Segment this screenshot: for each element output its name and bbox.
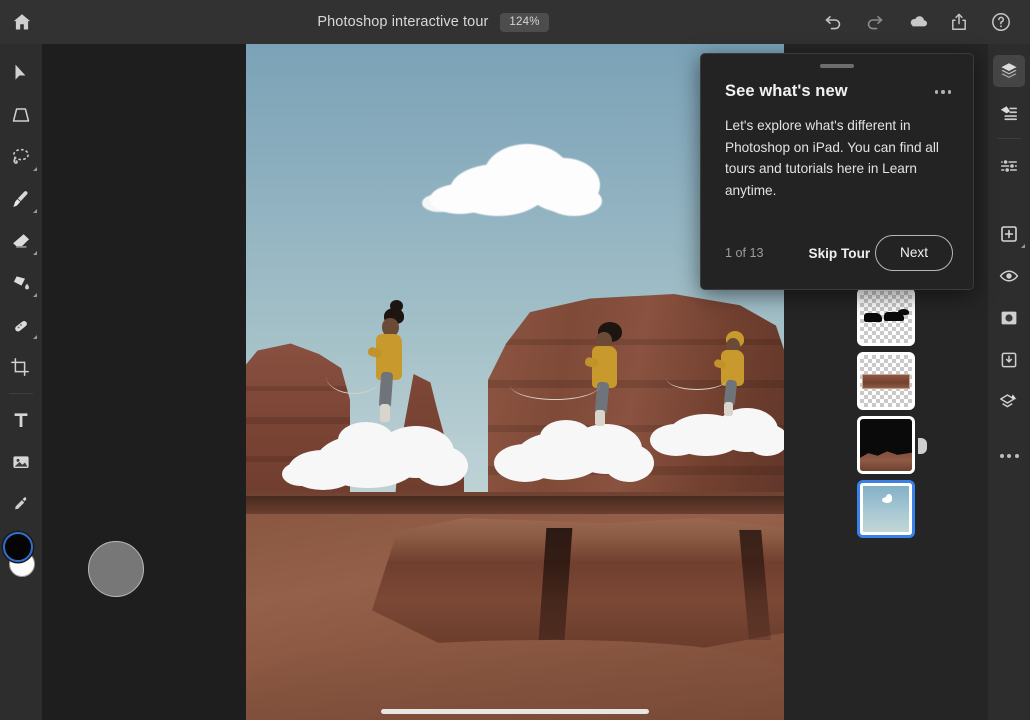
redo-icon[interactable]: [864, 11, 886, 33]
cloud-icon[interactable]: [906, 11, 928, 33]
popover-more-icon[interactable]: [935, 82, 952, 94]
rail-divider: [997, 138, 1021, 139]
mask-icon: [998, 307, 1020, 329]
place-image-tool[interactable]: [0, 441, 42, 483]
layer-properties-button[interactable]: [988, 92, 1030, 134]
healing-brush-tool[interactable]: [0, 304, 42, 346]
eye-icon: [998, 265, 1020, 287]
home-icon: [11, 11, 33, 33]
clipping-mask-button[interactable]: [988, 339, 1030, 381]
eyedropper-tool[interactable]: [0, 483, 42, 525]
flyout-indicator-icon: [33, 209, 37, 213]
rider-1: [364, 310, 420, 426]
layer-drag-handle[interactable]: [918, 438, 927, 454]
home-button[interactable]: [0, 11, 44, 33]
cloud-horse-1: [282, 416, 472, 494]
help-icon[interactable]: [990, 11, 1012, 33]
popover-footer: 1 of 13 Skip Tour Next: [701, 235, 973, 271]
more-dots-icon: [1000, 454, 1019, 458]
layer-visibility-button[interactable]: [988, 255, 1030, 297]
rider-2: [584, 324, 636, 428]
flyout-indicator-icon: [1021, 244, 1025, 248]
layer-thumbnail-1[interactable]: [857, 288, 915, 346]
undo-icon[interactable]: [822, 11, 844, 33]
adjustments-button[interactable]: [988, 145, 1030, 187]
home-indicator: [381, 709, 649, 714]
layer-thumbnail-4[interactable]: [857, 480, 915, 538]
tool-palette: [0, 44, 42, 720]
foreground-color-swatch[interactable]: [3, 532, 33, 562]
topbar-actions: [822, 11, 1030, 33]
skip-tour-button[interactable]: Skip Tour: [809, 246, 871, 261]
merge-icon: [998, 391, 1020, 413]
rein-1: [326, 358, 382, 394]
crop-tool[interactable]: [0, 346, 42, 388]
layers-list: [784, 288, 988, 544]
add-layer-icon: [998, 223, 1020, 245]
layers-icon: [998, 60, 1020, 82]
sliders-icon: [998, 155, 1020, 177]
move-tool[interactable]: [0, 52, 42, 94]
top-bar: Photoshop interactive tour 124%: [0, 0, 1030, 44]
flyout-indicator-icon: [33, 335, 37, 339]
share-icon[interactable]: [948, 11, 970, 33]
type-tool[interactable]: [0, 399, 42, 441]
zoom-level-badge[interactable]: 124%: [500, 13, 548, 32]
layer-thumbnail-image: [860, 355, 912, 407]
brush-size-puck[interactable]: [88, 541, 144, 597]
flyout-indicator-icon: [33, 167, 37, 171]
layer-thumbnail-image: [860, 291, 912, 343]
transform-tool[interactable]: [0, 94, 42, 136]
popover-header: See what's new: [701, 54, 973, 101]
photoshop-ipad-app: Photoshop interactive tour 124%: [0, 0, 1030, 720]
add-layer-button[interactable]: [988, 213, 1030, 255]
next-button[interactable]: Next: [875, 235, 953, 271]
right-rail: [988, 44, 1030, 720]
paint-bucket-tool[interactable]: [0, 262, 42, 304]
layer-mask-button[interactable]: [988, 297, 1030, 339]
document-title-area: Photoshop interactive tour 124%: [44, 13, 822, 32]
color-swatches[interactable]: [0, 529, 42, 587]
brush-tool[interactable]: [0, 178, 42, 220]
layers-panel-button[interactable]: [988, 50, 1030, 92]
merge-down-button[interactable]: [988, 381, 1030, 423]
layer-thumbnail-image: [860, 419, 912, 471]
lasso-tool[interactable]: [0, 136, 42, 178]
more-options-button[interactable]: [988, 435, 1030, 477]
popover-title: See what's new: [725, 82, 848, 101]
layer-thumbnail-3[interactable]: [857, 416, 915, 474]
page-title: Photoshop interactive tour: [317, 14, 488, 30]
flyout-indicator-icon: [33, 251, 37, 255]
layer-thumbnail-2[interactable]: [857, 352, 915, 410]
rider-3: [714, 332, 760, 418]
popover-body-text: Let's explore what's different in Photos…: [701, 101, 973, 201]
popover-drag-handle[interactable]: [820, 64, 854, 68]
rein-2: [510, 370, 600, 400]
rock-ledge: [372, 518, 784, 650]
layer-thumbnail-image: [860, 483, 912, 535]
tour-popover: See what's new Let's explore what's diff…: [700, 53, 974, 290]
flyout-indicator-icon: [33, 293, 37, 297]
eraser-tool[interactable]: [0, 220, 42, 262]
tour-step-counter: 1 of 13: [725, 246, 764, 260]
layer-properties-icon: [998, 102, 1020, 124]
rein-3: [666, 366, 728, 390]
clipping-mask-icon: [998, 349, 1020, 371]
sky-cloud: [422, 142, 600, 216]
tool-divider: [9, 393, 33, 394]
